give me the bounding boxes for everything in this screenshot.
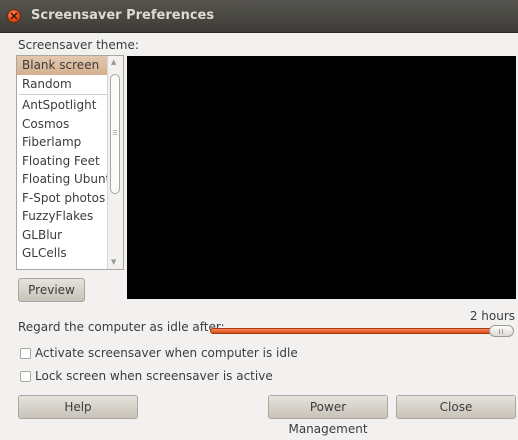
idle-slider-track[interactable] [210, 328, 513, 334]
window-title: Screensaver Preferences [31, 8, 215, 23]
close-button[interactable]: Close [396, 395, 516, 419]
theme-label: Screensaver theme: [18, 38, 139, 52]
idle-label: Regard the computer as idle after: [18, 320, 225, 334]
scroll-down-icon[interactable]: ▼ [111, 258, 116, 266]
scrollbar-thumb[interactable] [110, 74, 120, 194]
grip-icon [113, 130, 117, 136]
activate-checkbox-label[interactable]: Activate screensaver when computer is id… [35, 346, 298, 360]
lock-checkbox[interactable] [20, 371, 31, 382]
window-close-button[interactable] [7, 9, 21, 23]
scroll-up-icon[interactable]: ▲ [111, 58, 116, 66]
idle-slider-handle[interactable] [489, 325, 514, 337]
lock-checkbox-label[interactable]: Lock screen when screensaver is active [35, 369, 273, 383]
help-button[interactable]: Help [18, 395, 138, 419]
activate-checkbox[interactable] [20, 348, 31, 359]
theme-list[interactable]: Blank screen Random AntSpotlight Cosmos … [16, 55, 124, 270]
close-icon [10, 12, 18, 20]
idle-value: 2 hours [469, 309, 515, 323]
title-bar: Screensaver Preferences [0, 0, 518, 33]
theme-list-scrollbar[interactable]: ▲ ▼ [107, 56, 123, 269]
screensaver-preview [127, 56, 516, 299]
list-separator [19, 94, 121, 95]
power-management-button[interactable]: Power Management [268, 395, 388, 436]
preview-button[interactable]: Preview [18, 278, 85, 302]
